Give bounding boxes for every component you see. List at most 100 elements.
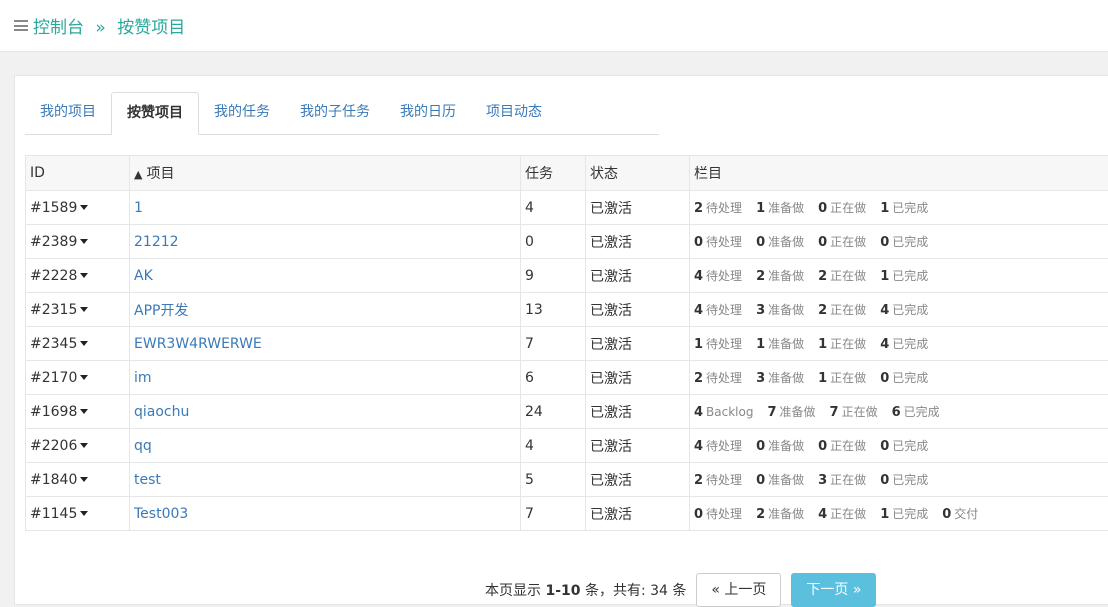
lane-summary: 7准备做 (767, 403, 815, 420)
tab-my-calendar[interactable]: 我的日历 (385, 92, 471, 133)
caret-down-icon[interactable] (80, 341, 88, 346)
project-link[interactable]: APP开发 (134, 303, 188, 319)
lane-count: 1 (880, 201, 889, 216)
tab-my-subtasks[interactable]: 我的子任务 (285, 92, 385, 133)
lane-label: 已完成 (892, 371, 928, 385)
tab-my-tasks[interactable]: 我的任务 (199, 92, 285, 133)
breadcrumb-home[interactable]: 控制台 (33, 18, 84, 38)
tab-liked-projects[interactable]: 按赞项目 (111, 92, 199, 135)
project-id[interactable]: #2170 (30, 370, 77, 386)
lane-count: 0 (818, 439, 827, 454)
project-link[interactable]: 1 (134, 200, 143, 216)
lane-label: 准备做 (768, 507, 804, 521)
lane-label: 已完成 (892, 201, 928, 215)
table-row: #158914已激活2待处理1准备做0正在做1已完成 (26, 191, 1108, 225)
project-name-cell: Test003 (130, 497, 521, 531)
project-id[interactable]: #2315 (30, 302, 77, 318)
lane-label: 待处理 (706, 507, 742, 521)
project-id[interactable]: #2389 (30, 234, 77, 250)
project-task-count: 13 (521, 293, 586, 327)
table-row: #2206qq4已激活4待处理0准备做0正在做0已完成 (26, 429, 1108, 463)
project-id[interactable]: #2228 (30, 268, 77, 284)
lane-count: 2 (694, 473, 703, 488)
lane-count: 4 (880, 303, 889, 318)
tab-project-activity[interactable]: 项目动态 (471, 92, 557, 133)
lane-summary: 4已完成 (880, 335, 928, 352)
project-name-cell: 21212 (130, 225, 521, 259)
project-id-cell[interactable]: #2345 (26, 327, 130, 361)
caret-down-icon[interactable] (80, 205, 88, 210)
lane-summary: 4待处理 (694, 301, 742, 318)
lane-count: 3 (756, 371, 765, 386)
tab-my-projects[interactable]: 我的项目 (25, 92, 111, 133)
project-lanes-cell: 2待处理3准备做1正在做0已完成 (690, 361, 1108, 395)
project-lanes-cell: 4待处理0准备做0正在做0已完成 (690, 429, 1108, 463)
lane-summary: 2待处理 (694, 199, 742, 216)
project-id[interactable]: #1840 (30, 472, 77, 488)
caret-down-icon[interactable] (80, 511, 88, 516)
lane-count: 3 (756, 303, 765, 318)
pagination-summary: 本页显示 1-10 条，共有: 34 条 (485, 580, 686, 600)
project-id-cell[interactable]: #1589 (26, 191, 130, 225)
project-id[interactable]: #1698 (30, 404, 77, 420)
lane-count: 3 (818, 473, 827, 488)
lane-count: 1 (694, 337, 703, 352)
menu-icon[interactable] (14, 20, 28, 31)
header-tasks[interactable]: 任务 (521, 156, 586, 191)
project-link[interactable]: qiaochu (134, 404, 189, 420)
project-id-cell[interactable]: #1698 (26, 395, 130, 429)
lane-count: 4 (694, 439, 703, 454)
project-link[interactable]: 21212 (134, 234, 179, 250)
lane-label: 已完成 (904, 405, 940, 419)
next-page-button[interactable]: 下一页 » (791, 573, 876, 607)
caret-down-icon[interactable] (80, 409, 88, 414)
project-link[interactable]: EWR3W4RWERWE (134, 336, 262, 352)
project-id[interactable]: #1589 (30, 200, 77, 216)
lane-label: 正在做 (830, 507, 866, 521)
lane-summary: 3准备做 (756, 301, 804, 318)
caret-down-icon[interactable] (80, 477, 88, 482)
caret-down-icon[interactable] (80, 273, 88, 278)
lane-count: 0 (756, 473, 765, 488)
project-id-cell[interactable]: #1145 (26, 497, 130, 531)
pagination-mid: 条，共有: (585, 583, 646, 599)
pagination-prefix: 本页显示 (485, 583, 541, 599)
project-id-cell[interactable]: #1840 (26, 463, 130, 497)
project-id[interactable]: #2206 (30, 438, 77, 454)
caret-down-icon[interactable] (80, 375, 88, 380)
lane-summary: 2正在做 (818, 267, 866, 284)
project-link[interactable]: AK (134, 268, 153, 284)
project-id-cell[interactable]: #2389 (26, 225, 130, 259)
header-status[interactable]: 状态 (586, 156, 690, 191)
lane-summary: 0正在做 (818, 199, 866, 216)
project-id[interactable]: #1145 (30, 506, 77, 522)
project-id[interactable]: #2345 (30, 336, 77, 352)
lane-label: 待处理 (706, 473, 742, 487)
project-id-cell[interactable]: #2228 (26, 259, 130, 293)
project-id-cell[interactable]: #2170 (26, 361, 130, 395)
header-project[interactable]: ▲项目 (130, 156, 521, 191)
project-link[interactable]: test (134, 472, 161, 488)
project-link[interactable]: im (134, 370, 152, 386)
lane-summary: 4正在做 (818, 505, 866, 522)
project-link[interactable]: Test003 (134, 506, 188, 522)
lane-label: 准备做 (780, 405, 816, 419)
lane-count: 4 (694, 269, 703, 284)
caret-down-icon[interactable] (80, 307, 88, 312)
lane-label: 交付 (954, 507, 978, 521)
lane-count: 0 (880, 235, 889, 250)
project-id-cell[interactable]: #2206 (26, 429, 130, 463)
project-name-cell: APP开发 (130, 293, 521, 327)
project-id-cell[interactable]: #2315 (26, 293, 130, 327)
projects-panel: 我的项目 按赞项目 我的任务 我的子任务 我的日历 项目动态 ID ▲项目 任务… (14, 75, 1108, 605)
caret-down-icon[interactable] (80, 443, 88, 448)
caret-down-icon[interactable] (80, 239, 88, 244)
prev-page-button[interactable]: « 上一页 (696, 573, 781, 607)
project-status: 已激活 (586, 497, 690, 531)
project-lanes-cell: 0待处理2准备做4正在做1已完成0交付 (690, 497, 1108, 531)
header-id[interactable]: ID (26, 156, 130, 191)
project-task-count: 4 (521, 191, 586, 225)
lane-count: 1 (818, 371, 827, 386)
project-link[interactable]: qq (134, 438, 152, 454)
lane-summary: 0待处理 (694, 233, 742, 250)
